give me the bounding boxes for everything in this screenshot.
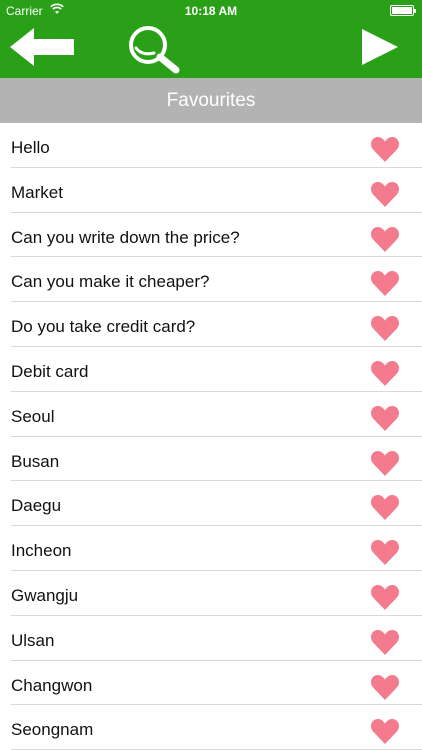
list-item-label: Seongnam — [11, 720, 94, 740]
heart-icon[interactable] — [370, 628, 400, 656]
section-title: Favourites — [0, 78, 422, 123]
list-item-label: Busan — [11, 451, 60, 471]
heart-icon[interactable] — [370, 404, 400, 432]
list-item-label: Debit card — [11, 361, 89, 381]
list-item-label: Gwangju — [11, 585, 79, 605]
list-item-label: Seoul — [11, 406, 55, 426]
play-next-icon[interactable] — [358, 27, 400, 67]
favourites-list: Hello Market Can you write down the price?… — [0, 123, 422, 750]
heart-icon[interactable] — [370, 538, 400, 566]
list-item-label: Do you take credit card? — [11, 317, 196, 337]
list-item[interactable]: Ulsan — [0, 616, 422, 661]
battery-icon — [390, 5, 416, 16]
list-item-label: Market — [11, 182, 63, 202]
heart-icon[interactable] — [370, 673, 400, 701]
list-item-label: Can you make it cheaper? — [11, 272, 210, 292]
heart-icon[interactable] — [370, 583, 400, 611]
list-item[interactable]: Debit card — [0, 347, 422, 392]
list-item[interactable]: Do you take credit card? — [0, 302, 422, 347]
heart-icon[interactable] — [370, 314, 400, 342]
list-item[interactable]: Market — [0, 168, 422, 213]
list-item[interactable]: Gwangju — [0, 571, 422, 616]
heart-icon[interactable] — [370, 180, 400, 208]
search-icon[interactable] — [124, 24, 184, 74]
list-item-label: Can you write down the price? — [11, 227, 240, 247]
heart-icon[interactable] — [370, 493, 400, 521]
list-item[interactable]: Busan — [0, 437, 422, 482]
list-item[interactable]: Can you make it cheaper? — [0, 257, 422, 303]
back-arrow-icon[interactable] — [8, 26, 76, 68]
list-item[interactable]: Daegu — [0, 481, 422, 527]
list-item[interactable]: Incheon — [0, 526, 422, 571]
list-item-label: Daegu — [11, 496, 62, 516]
list-item[interactable]: Seongnam — [0, 705, 422, 750]
heart-icon[interactable] — [370, 449, 400, 477]
top-toolbar: Carrier 10:18 AM — [0, 0, 422, 78]
list-item-label: Ulsan — [11, 630, 55, 650]
list-item[interactable]: Can you write down the price? — [0, 213, 422, 258]
list-item[interactable]: Hello — [0, 123, 422, 168]
list-item-label: Incheon — [11, 541, 72, 561]
list-item[interactable]: Changwon — [0, 661, 422, 706]
list-item[interactable]: Seoul — [0, 392, 422, 437]
heart-icon[interactable] — [370, 359, 400, 387]
list-item-label: Changwon — [11, 675, 93, 695]
heart-icon[interactable] — [370, 225, 400, 253]
heart-icon[interactable] — [370, 135, 400, 163]
status-bar: Carrier 10:18 AM — [0, 0, 422, 22]
heart-icon[interactable] — [370, 717, 400, 745]
list-item-label: Hello — [11, 138, 50, 157]
heart-icon[interactable] — [370, 269, 400, 297]
status-time: 10:18 AM — [184, 4, 238, 18]
